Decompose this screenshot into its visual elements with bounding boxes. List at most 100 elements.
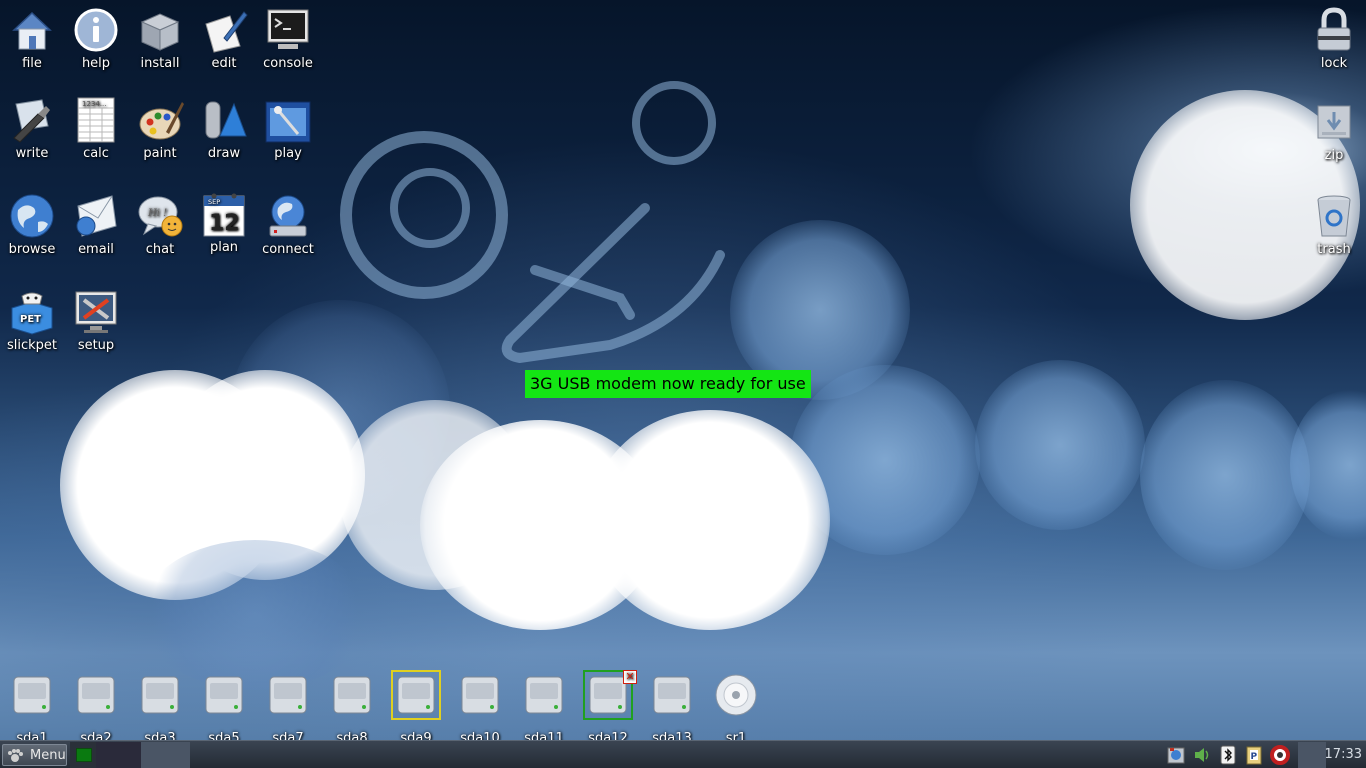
desktop-icon-label: setup (77, 338, 115, 353)
tools-monitor-icon (75, 291, 117, 333)
drive-sda8[interactable]: sda8 (322, 672, 382, 746)
calendar-month: SEP (208, 198, 220, 206)
desktop-icon-label: write (15, 146, 49, 161)
home-folder-icon (12, 11, 52, 50)
system-tray: P (1166, 745, 1296, 765)
clock[interactable]: 17:33 (1296, 741, 1366, 768)
desktop-icon-plan[interactable]: SEP 12 plan (192, 190, 256, 256)
desktop-icon-trash[interactable]: trash (1302, 192, 1366, 258)
lifebuoy-icon[interactable] (1270, 745, 1290, 765)
desktop-icon-label: edit (211, 56, 237, 71)
desktop-icon-label: email (78, 242, 114, 257)
desktop-icon-label: plan (209, 240, 239, 255)
desktop-icon-calc[interactable]: 1234... calc (64, 96, 128, 162)
calendar-day: 12 (209, 211, 240, 236)
workspace-3[interactable] (141, 742, 190, 768)
desktop-icon-zip[interactable]: zip (1302, 98, 1366, 164)
desktop-icon-install[interactable]: install (128, 6, 192, 72)
drive-sda5[interactable]: sda5 (194, 672, 254, 746)
info-icon (74, 8, 118, 52)
desktop-icon-edit[interactable]: edit (192, 6, 256, 72)
drive-sda10[interactable]: sda10 (450, 672, 510, 746)
desktop-icon-label: browse (8, 242, 56, 257)
hard-drive-icon (77, 676, 115, 714)
clipboard-p-icon[interactable]: P (1244, 745, 1264, 765)
desktop-icon-lock[interactable]: lock (1302, 6, 1366, 72)
taskbar: Menu P 17:33 (0, 740, 1366, 768)
workspace-1[interactable] (70, 742, 96, 768)
desktop-icon-console[interactable]: console (256, 6, 320, 72)
drive-sda13[interactable]: sda13 (642, 672, 702, 746)
desktop-icon-help[interactable]: help (64, 6, 128, 72)
hard-drive-icon (205, 676, 243, 714)
drive-sda3[interactable]: sda3 (130, 672, 190, 746)
pet-badge: PET (20, 314, 41, 325)
unmount-close-icon[interactable]: ✕ (623, 670, 637, 684)
shapes-icon (205, 101, 247, 139)
hard-drive-icon (141, 676, 179, 714)
workspace-2[interactable] (96, 742, 141, 768)
desktop-icon-label: trash (1317, 242, 1351, 257)
terminal-icon (267, 9, 309, 49)
menu-button[interactable]: Menu (2, 744, 67, 766)
drive-sr1[interactable]: sr1 (706, 672, 766, 746)
desktop-icon-label: draw (207, 146, 241, 161)
desktop[interactable]: file help install edit console write 123… (0, 0, 1366, 768)
desktop-icon-label: play (274, 146, 302, 161)
cd-disc-icon (715, 674, 757, 716)
text-editor-icon (205, 11, 248, 53)
desktop-icon-file[interactable]: file (0, 6, 64, 72)
hard-drive-icon (269, 676, 307, 714)
desktop-icon-label: chat (145, 242, 175, 257)
window-thumbnail (76, 748, 92, 762)
desktop-icon-draw[interactable]: draw (192, 96, 256, 162)
spreadsheet-icon: 1234... (77, 97, 115, 143)
desktop-icon-paint[interactable]: paint (128, 96, 192, 162)
archive-icon (1317, 105, 1351, 139)
desktop-icon-label: install (140, 56, 180, 71)
desktop-icon-play[interactable]: play (256, 96, 320, 162)
desktop-icon-email[interactable]: email (64, 192, 128, 258)
desktop-icon-write[interactable]: write (0, 96, 64, 162)
svg-text:1234...: 1234... (82, 100, 107, 108)
desktop-icon-browse[interactable]: browse (0, 192, 64, 258)
drive-sda7[interactable]: sda7 (258, 672, 318, 746)
desktop-icon-chat[interactable]: Hi ! chat (128, 192, 192, 258)
word-processor-icon (13, 99, 50, 143)
network-globe-icon (269, 195, 307, 237)
mail-icon (76, 195, 117, 237)
volume-icon[interactable] (1192, 745, 1212, 765)
drive-sda11[interactable]: sda11 (514, 672, 574, 746)
desktop-icon-setup[interactable]: setup (64, 288, 128, 354)
wallpaper-logo (340, 81, 725, 364)
svg-text:Hi !: Hi ! (147, 208, 167, 219)
desktop-icon-label: file (22, 56, 42, 71)
desktop-icon-label: help (81, 56, 111, 71)
hard-drive-icon (525, 676, 563, 714)
drive-sda2[interactable]: sda2 (66, 672, 126, 746)
bluetooth-icon[interactable] (1218, 745, 1238, 765)
modem-ready-notification: 3G USB modem now ready for use (525, 370, 811, 398)
desktop-icon-label: zip (1324, 148, 1344, 163)
drive-sda9[interactable]: sda9 (386, 670, 446, 746)
network-globe-icon[interactable] (1166, 745, 1186, 765)
calendar-icon: SEP 12 (203, 193, 245, 237)
desktop-icon-connect[interactable]: connect (256, 192, 320, 258)
hard-drive-icon (653, 676, 691, 714)
palette-icon (139, 102, 184, 140)
desktop-icon-label: console (263, 56, 313, 71)
hard-drive-icon (13, 676, 51, 714)
desktop-icon-label: lock (1320, 56, 1348, 71)
chat-bubble-icon: Hi ! (138, 196, 183, 237)
notification-text: 3G USB modem now ready for use (530, 374, 806, 393)
hard-drive-icon (333, 676, 371, 714)
padlock-icon (1317, 7, 1351, 51)
desktop-icon-label: connect (262, 242, 314, 257)
drive-sda1[interactable]: sda1 (2, 672, 62, 746)
trash-bin-icon (1317, 195, 1351, 237)
drive-sda12[interactable]: ✕ sda12 (578, 670, 638, 746)
globe-icon (10, 194, 54, 238)
menu-label: Menu (30, 748, 66, 763)
package-box-icon (140, 13, 180, 51)
desktop-icon-slickpet[interactable]: PET slickpet (0, 288, 64, 354)
